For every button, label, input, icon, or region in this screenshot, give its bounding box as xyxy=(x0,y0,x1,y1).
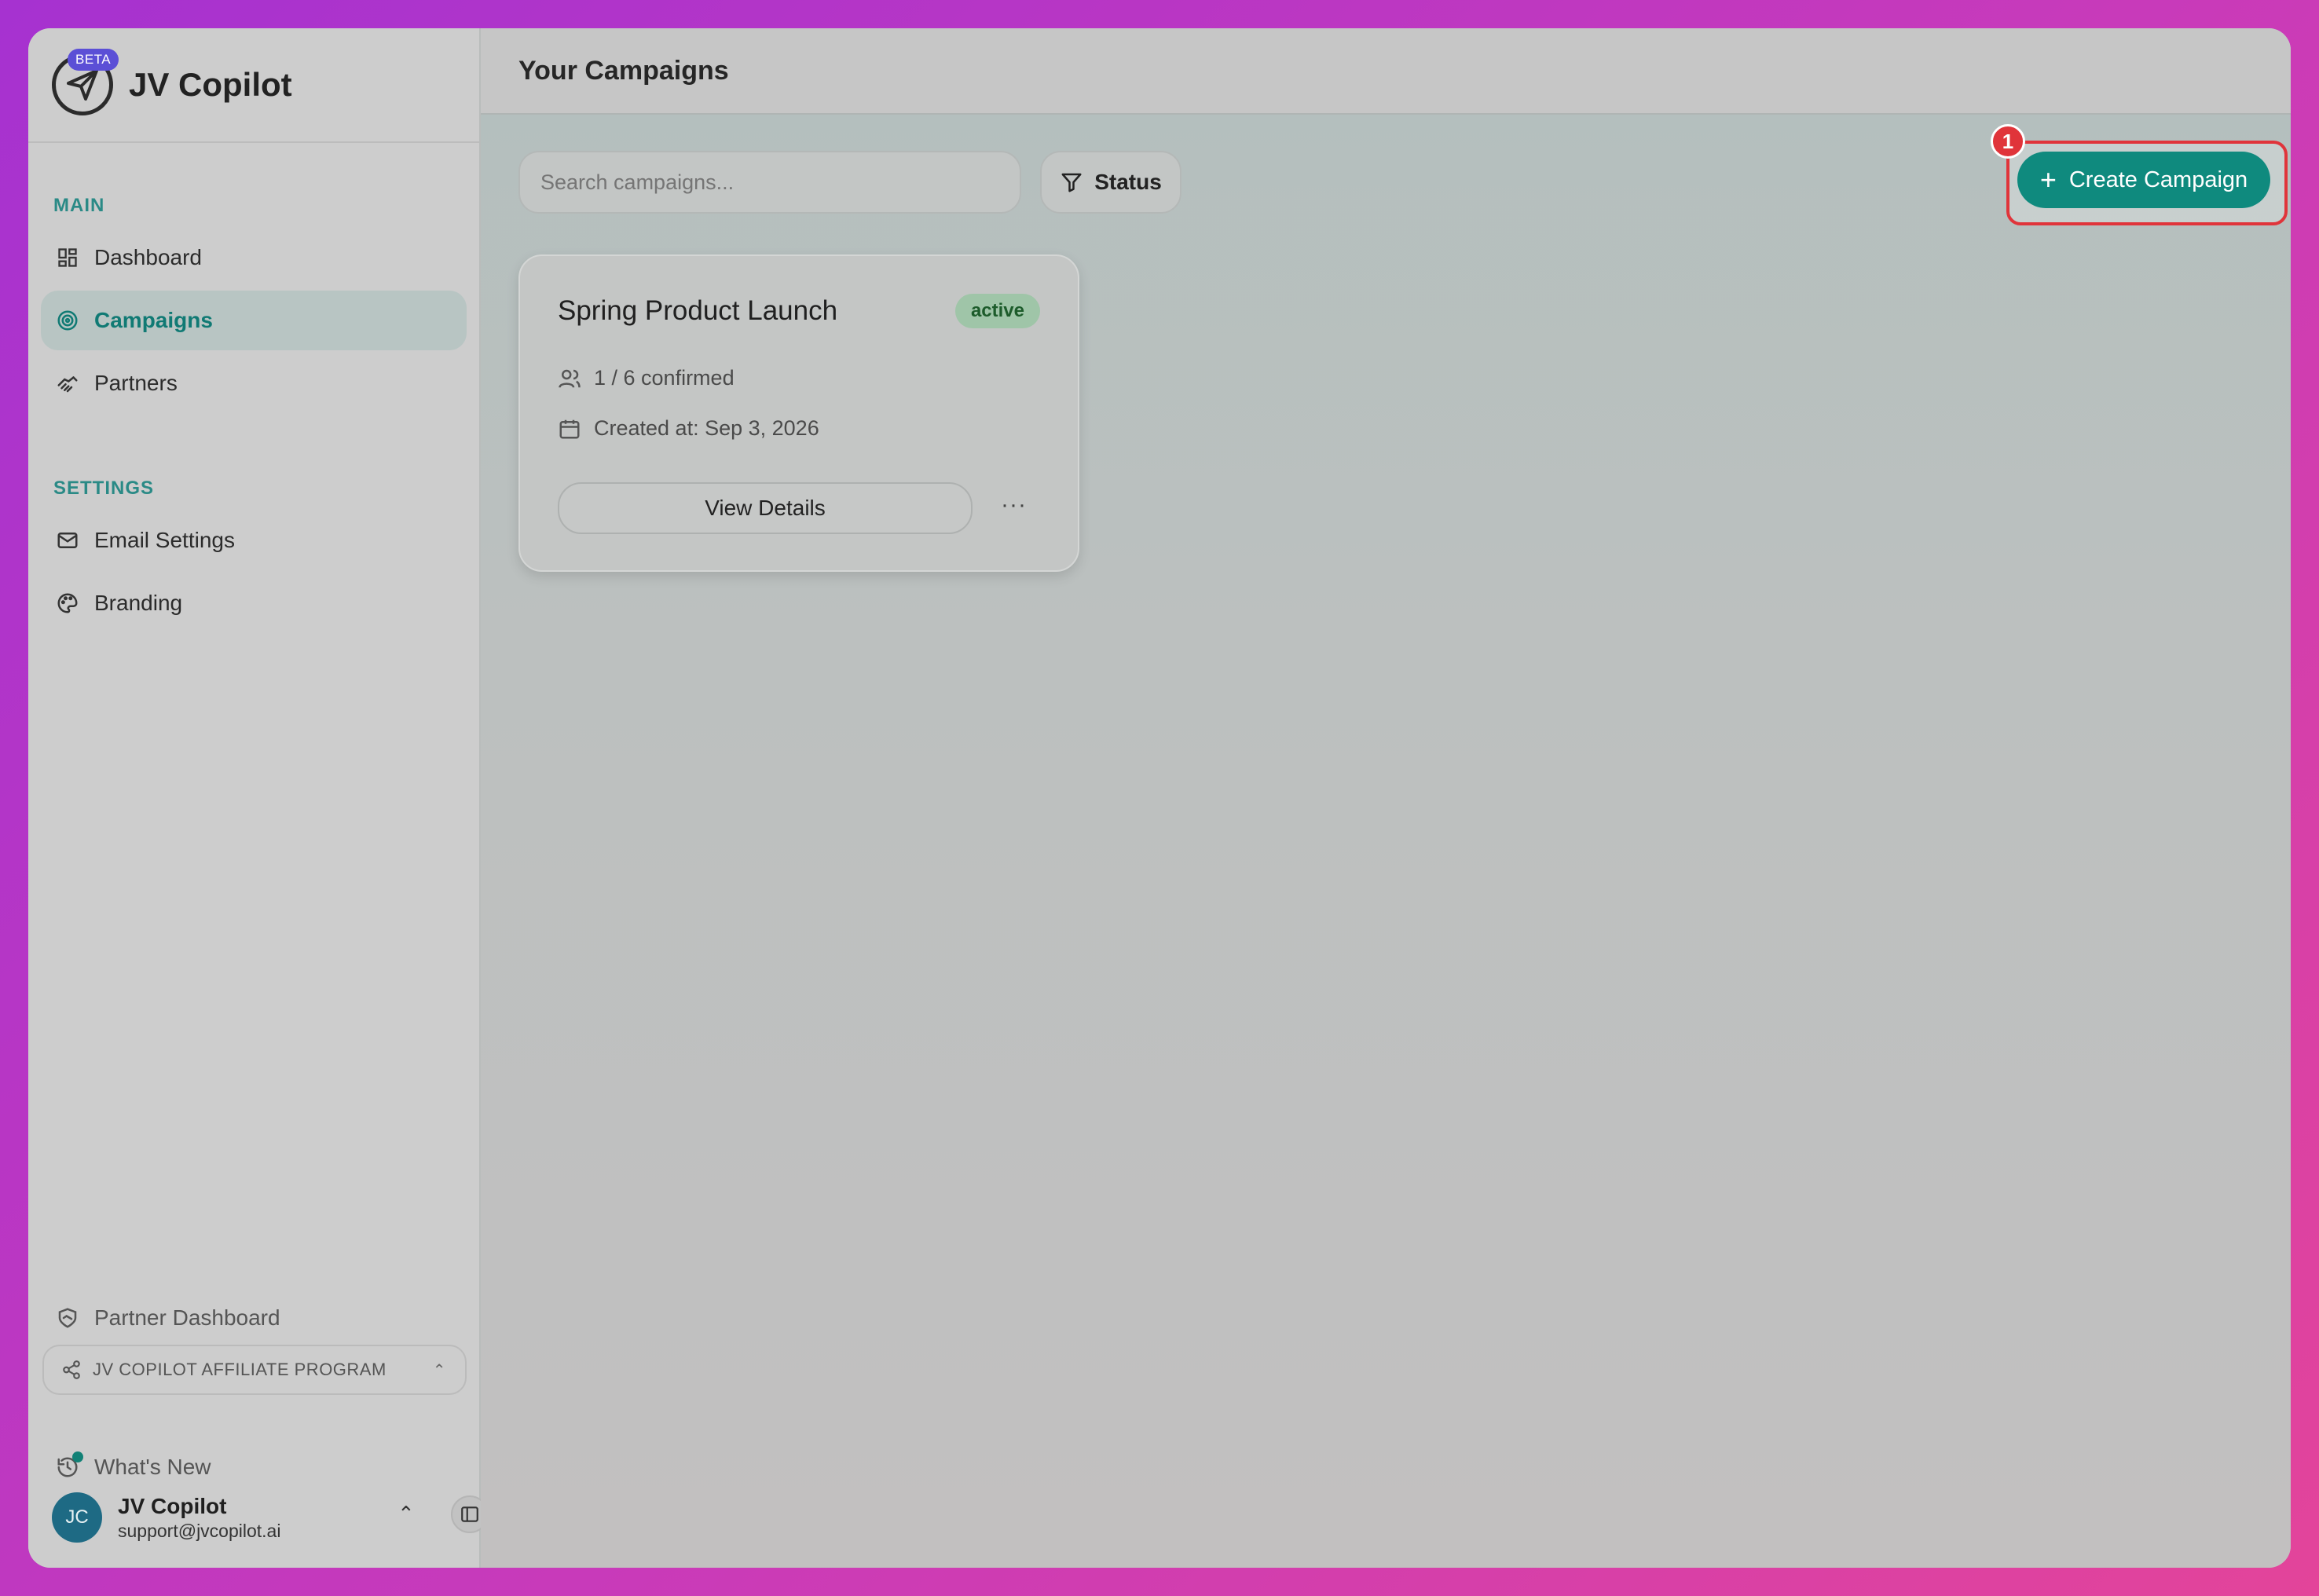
more-options-icon[interactable]: ··· xyxy=(1001,492,1027,518)
user-name: JV Copilot xyxy=(118,1493,227,1518)
section-label-settings: SETTINGS xyxy=(53,478,155,499)
main-content: Your Campaigns Status + Create Campaign … xyxy=(481,28,2291,1568)
sidebar-item-label: Dashboard xyxy=(94,245,202,269)
panel-left-icon xyxy=(461,1506,478,1522)
create-campaign-label: Create Campaign xyxy=(2068,167,2248,192)
campaign-card[interactable]: Spring Product Launch active 1 / 6 confi… xyxy=(518,254,1079,572)
plus-icon: + xyxy=(2039,163,2057,196)
user-menu[interactable]: JC JV Copilot support@jvcopilot.ai ⌃ xyxy=(52,1486,489,1549)
sidebar-item-label: Partners xyxy=(94,371,178,395)
page-title: Your Campaigns xyxy=(518,55,729,86)
filter-icon xyxy=(1060,170,1083,194)
status-badge: active xyxy=(954,294,1040,328)
campaign-title: Spring Product Launch xyxy=(558,295,838,326)
target-icon xyxy=(55,308,80,333)
whats-new-label: What's New xyxy=(94,1455,211,1479)
handshake-shield-icon xyxy=(55,1305,80,1331)
create-campaign-highlight: + Create Campaign xyxy=(2006,141,2288,225)
sidebar-item-email-settings[interactable]: Email Settings xyxy=(41,511,467,570)
campaign-confirmed: 1 / 6 confirmed xyxy=(558,366,735,390)
status-filter-label: Status xyxy=(1094,170,1162,194)
chevron-up-icon: ⌃ xyxy=(432,1361,446,1379)
section-label-main: MAIN xyxy=(53,195,105,216)
status-filter-button[interactable]: Status xyxy=(1040,151,1181,214)
brand-header[interactable]: BETA JV Copilot xyxy=(28,28,479,143)
palette-icon xyxy=(55,591,80,616)
chevron-up-icon[interactable]: ⌃ xyxy=(397,1502,415,1526)
step-marker: 1 xyxy=(1991,124,2025,159)
user-email: support@jvcopilot.ai xyxy=(118,1520,281,1541)
share-icon xyxy=(61,1360,82,1380)
view-details-button[interactable]: View Details xyxy=(558,482,973,534)
sidebar-item-label: Campaigns xyxy=(94,308,213,332)
affiliate-program-toggle[interactable]: JV COPILOT AFFILIATE PROGRAM ⌃ xyxy=(42,1345,467,1395)
brand-name: JV Copilot xyxy=(129,66,292,103)
sidebar-item-campaigns[interactable]: Campaigns xyxy=(41,291,467,350)
handshake-icon xyxy=(55,371,80,396)
search-input[interactable] xyxy=(518,151,1021,214)
sidebar-item-label: Email Settings xyxy=(94,528,235,552)
sidebar-item-partners[interactable]: Partners xyxy=(41,353,467,413)
create-campaign-button[interactable]: + Create Campaign xyxy=(2017,152,2270,208)
sidebar-item-partner-dashboard[interactable]: Partner Dashboard xyxy=(41,1288,467,1348)
users-icon xyxy=(558,367,583,390)
sidebar: BETA JV Copilot MAIN Dashboard Campaigns… xyxy=(28,28,489,1568)
affiliate-program-label: JV COPILOT AFFILIATE PROGRAM xyxy=(93,1360,386,1379)
user-info: JV Copilot support@jvcopilot.ai xyxy=(118,1494,280,1542)
sidebar-item-label: Branding xyxy=(94,591,183,615)
calendar-icon xyxy=(558,417,583,441)
beta-badge: BETA xyxy=(68,49,119,71)
sidebar-item-branding[interactable]: Branding xyxy=(41,573,467,633)
mail-icon xyxy=(55,528,80,553)
avatar: JC xyxy=(52,1492,102,1543)
history-icon xyxy=(55,1451,83,1480)
confirmed-text: 1 / 6 confirmed xyxy=(594,366,735,390)
partner-dashboard-label: Partner Dashboard xyxy=(94,1305,280,1330)
sidebar-item-dashboard[interactable]: Dashboard xyxy=(41,228,467,287)
created-text: Created at: Sep 3, 2026 xyxy=(594,416,819,440)
dashboard-icon xyxy=(55,245,80,270)
notification-dot-icon xyxy=(72,1451,83,1462)
top-bar: Your Campaigns xyxy=(481,28,2291,115)
campaign-created: Created at: Sep 3, 2026 xyxy=(558,416,819,441)
app-window: BETA JV Copilot MAIN Dashboard Campaigns… xyxy=(28,28,2291,1568)
